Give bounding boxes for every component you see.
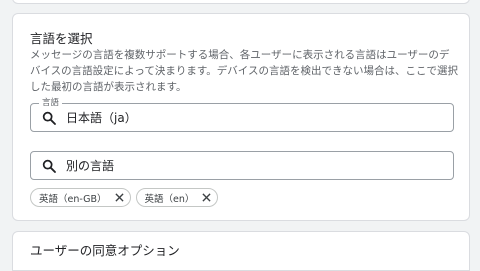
primary-language-label: 言語 [39, 97, 63, 109]
chip-label: 英語（en） [144, 193, 195, 205]
selected-language-chips: 英語（en-GB） 英語（en） [30, 188, 219, 207]
user-consent-card: ユーザーの同意オプション [12, 231, 470, 271]
language-selection-card: 言語を選択 メッセージの言語を複数サポートする場合、各ユーザーに表示される言語は… [12, 13, 470, 221]
primary-language-value: 日本語（ja） [66, 111, 137, 125]
additional-language-value: 別の言語 [66, 159, 115, 173]
additional-language-field[interactable]: 別の言語 [30, 151, 454, 180]
previous-card-edge [12, 0, 470, 4]
language-chip: 英語（en-GB） [30, 188, 131, 207]
primary-language-field[interactable]: 言語 日本語（ja） [30, 97, 454, 132]
close-icon[interactable] [202, 193, 211, 202]
close-icon[interactable] [114, 193, 124, 202]
chip-label: 英語（en-GB） [39, 193, 107, 205]
search-icon [42, 111, 56, 125]
language-chip: 英語（en） [135, 188, 219, 207]
search-icon [42, 159, 56, 173]
section-title: 言語を選択 [30, 31, 93, 46]
section-description: メッセージの言語を複数サポートする場合、各ユーザーに表示される言語はユーザーのデ… [30, 49, 458, 93]
